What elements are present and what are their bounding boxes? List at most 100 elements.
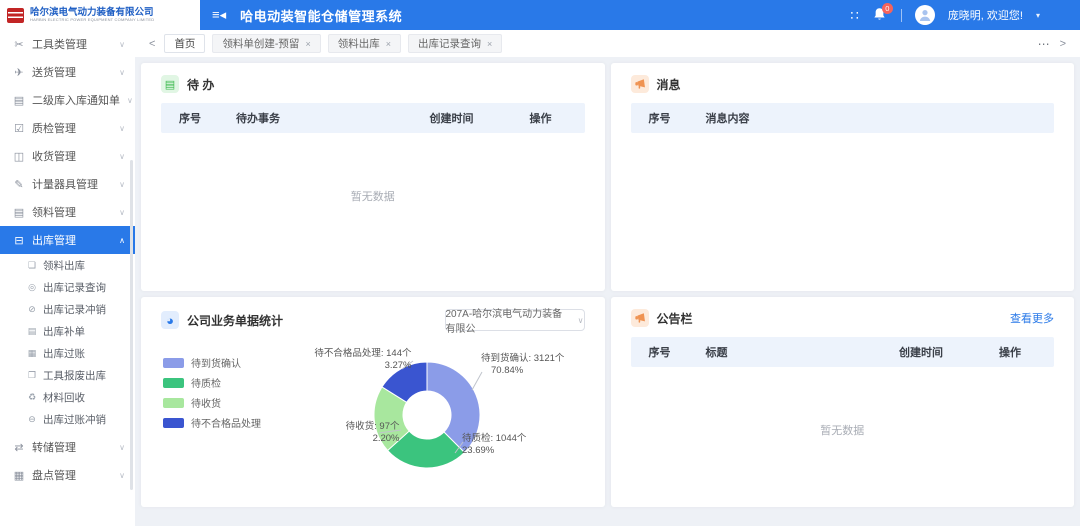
sidebar-subitem-record-reverse[interactable]: ⊘ 出库记录冲销 bbox=[0, 298, 135, 320]
megaphone-icon bbox=[631, 75, 649, 93]
todo-list-icon: ▤ bbox=[161, 75, 179, 93]
sidebar-item-label: 收货管理 bbox=[32, 148, 76, 164]
header-divider bbox=[901, 9, 902, 22]
bulletin-table-header: 序号 标题 创建时间 操作 bbox=[631, 337, 1055, 367]
sidebar-item-label: 质检管理 bbox=[32, 120, 76, 136]
panel-title: 公司业务单据统计 bbox=[187, 312, 283, 329]
logo-band: 哈尔滨电气动力装备有限公司 HARBIN ELECTRIC POWER EQUI… bbox=[0, 0, 200, 30]
user-greeting[interactable]: 庞晓明, 欢迎您! bbox=[948, 7, 1023, 23]
sidebar-subitem-label: 领料出库 bbox=[43, 258, 85, 273]
empty-placeholder: 暂无数据 bbox=[631, 422, 1055, 438]
sidebar-subitem-label: 工具报废出库 bbox=[43, 368, 106, 383]
tab-scroll-right-icon[interactable]: > bbox=[1058, 38, 1068, 50]
tab-label: 领料单创建-预留 bbox=[222, 36, 299, 51]
messages-panel: 消息 序号 消息内容 bbox=[611, 63, 1075, 291]
column-header: 创建时间 bbox=[430, 110, 530, 126]
sidebar-subitem-record-query[interactable]: ◎ 出库记录查询 bbox=[0, 276, 135, 298]
chevron-down-icon: ∨ bbox=[119, 208, 125, 217]
slice-label-percent: 2.20% bbox=[346, 433, 400, 445]
posting-reverse-icon: ⊖ bbox=[27, 414, 37, 425]
sidebar-item-measuring[interactable]: ✎ 计量器具管理 ∨ bbox=[0, 170, 135, 198]
empty-placeholder: 暂无数据 bbox=[161, 188, 585, 204]
sidebar-item-receiving[interactable]: ◫ 收货管理 ∨ bbox=[0, 142, 135, 170]
megaphone-glyph bbox=[634, 78, 646, 90]
sidebar: ✂ 工具类管理 ∨ ✈ 送货管理 ∨ ▤ 二级库入库通知单 ∨ ☑ 质检管理 ∨… bbox=[0, 30, 135, 526]
sidebar-subitem-label: 出库过账 bbox=[43, 346, 85, 361]
material-recycle-icon: ♻ bbox=[27, 392, 37, 403]
sidebar-subitem-posting-reverse[interactable]: ⊖ 出库过账冲销 bbox=[0, 408, 135, 430]
company-logo bbox=[7, 8, 24, 23]
donut-chart: 待到货确认 待质检 待收货 待不合格品处理 bbox=[161, 345, 585, 497]
sidebar-item-material-request[interactable]: ▤ 领料管理 ∨ bbox=[0, 198, 135, 226]
quality-check-icon: ☑ bbox=[13, 122, 25, 135]
tab-material-create[interactable]: 领料单创建-预留 × bbox=[212, 34, 320, 53]
person-icon bbox=[918, 8, 932, 22]
megaphone-glyph bbox=[634, 312, 646, 324]
sidebar-item-quality[interactable]: ☑ 质检管理 ∨ bbox=[0, 114, 135, 142]
column-header: 序号 bbox=[161, 110, 236, 126]
slice-label-confirm: 待到货确认: 3121个 70.84% bbox=[481, 353, 564, 376]
user-avatar[interactable] bbox=[915, 5, 935, 25]
sidebar-item-delivery[interactable]: ✈ 送货管理 ∨ bbox=[0, 58, 135, 86]
column-header: 创建时间 bbox=[899, 344, 999, 360]
tab-record-query[interactable]: 出库记录查询 × bbox=[408, 34, 502, 53]
user-menu-caret-icon[interactable]: ▾ bbox=[1036, 11, 1040, 20]
bulletin-panel: 公告栏 查看更多 序号 标题 创建时间 操作 暂无数据 bbox=[611, 297, 1075, 507]
messages-table-header: 序号 消息内容 bbox=[631, 103, 1055, 133]
notification-bell-icon[interactable]: 0 bbox=[872, 7, 888, 23]
close-icon[interactable]: × bbox=[305, 39, 310, 49]
inbound-notice-icon: ▤ bbox=[13, 94, 25, 107]
slice-label-inspect: 待质检: 1044个 23.69% bbox=[462, 433, 526, 456]
sidebar-subitem-material-recycle[interactable]: ♻ 材料回收 bbox=[0, 386, 135, 408]
chevron-down-icon: ∨ bbox=[119, 180, 125, 189]
tab-bar: < 首页 领料单创建-预留 × 领料出库 × 出库记录查询 × ⋯ > bbox=[135, 30, 1080, 57]
todo-table-header: 序号 待办事务 创建时间 操作 bbox=[161, 103, 585, 133]
main-area: < 首页 领料单创建-预留 × 领料出库 × 出库记录查询 × ⋯ > ▤ 待 … bbox=[135, 30, 1080, 526]
company-select-value: 207A-哈尔滨电气动力装备有限公 bbox=[446, 305, 572, 335]
chevron-down-icon: ∨ bbox=[119, 152, 125, 161]
sidebar-item-inbound-notice[interactable]: ▤ 二级库入库通知单 ∨ bbox=[0, 86, 135, 114]
sidebar-subitem-label: 出库记录查询 bbox=[43, 280, 106, 295]
sidebar-item-label: 送货管理 bbox=[32, 64, 76, 80]
transfer-icon: ⇄ bbox=[13, 441, 25, 454]
chevron-down-icon: ∨ bbox=[119, 124, 125, 133]
tab-scroll-left-icon[interactable]: < bbox=[147, 38, 157, 50]
sidebar-item-outbound[interactable]: ⊟ 出库管理 ∧ bbox=[0, 226, 135, 254]
delivery-icon: ✈ bbox=[13, 66, 25, 79]
record-reverse-icon: ⊘ bbox=[27, 304, 37, 315]
sidebar-item-label: 工具类管理 bbox=[32, 36, 87, 52]
tab-more-icon[interactable]: ⋯ bbox=[1038, 37, 1051, 51]
slice-label-receive: 待收货: 97个 2.20% bbox=[346, 421, 400, 444]
sidebar-item-stocktake[interactable]: ▦ 盘点管理 ∨ bbox=[0, 461, 135, 489]
slice-label-text: 待不合格品处理: 144个 bbox=[314, 348, 411, 360]
slice-label-percent: 23.69% bbox=[462, 445, 526, 457]
column-header: 序号 bbox=[631, 344, 706, 360]
view-more-link[interactable]: 查看更多 bbox=[1010, 310, 1054, 326]
column-header: 待办事务 bbox=[236, 110, 430, 126]
system-title: 哈电动装智能仓储管理系统 bbox=[240, 6, 402, 25]
sidebar-item-label: 转储管理 bbox=[32, 439, 76, 455]
chevron-down-icon: ∨ bbox=[127, 96, 133, 105]
tab-home[interactable]: 首页 bbox=[164, 34, 205, 53]
sidebar-item-label: 出库管理 bbox=[32, 232, 76, 248]
sidebar-subitem-material-outbound[interactable]: ❏ 领料出库 bbox=[0, 254, 135, 276]
sidebar-item-transfer[interactable]: ⇄ 转储管理 ∨ bbox=[0, 433, 135, 461]
close-icon[interactable]: × bbox=[487, 39, 492, 49]
sidebar-item-tools[interactable]: ✂ 工具类管理 ∨ bbox=[0, 30, 135, 58]
collapse-menu-icon[interactable]: ≡◂ bbox=[212, 7, 226, 23]
column-header: 消息内容 bbox=[706, 110, 1055, 126]
sidebar-subitem-scrap-outbound[interactable]: ❐ 工具报废出库 bbox=[0, 364, 135, 386]
sidebar-subitem-supplement[interactable]: ▤ 出库补单 bbox=[0, 320, 135, 342]
pie-chart-icon: ◕ bbox=[161, 311, 179, 329]
company-select[interactable]: 207A-哈尔滨电气动力装备有限公 ∨ bbox=[445, 309, 585, 331]
panel-title: 待 办 bbox=[187, 76, 214, 93]
tab-material-outbound[interactable]: 领料出库 × bbox=[328, 34, 401, 53]
apps-grid-icon[interactable]: ∷ bbox=[851, 9, 859, 22]
sidebar-subitem-label: 出库记录冲销 bbox=[43, 302, 106, 317]
sidebar-subitem-label: 出库过账冲销 bbox=[43, 412, 106, 427]
slice-label-percent: 70.84% bbox=[481, 365, 564, 377]
close-icon[interactable]: × bbox=[386, 39, 391, 49]
sidebar-subitem-posting[interactable]: ▦ 出库过账 bbox=[0, 342, 135, 364]
chevron-down-icon: ∨ bbox=[119, 68, 125, 77]
column-header: 操作 bbox=[530, 110, 585, 126]
